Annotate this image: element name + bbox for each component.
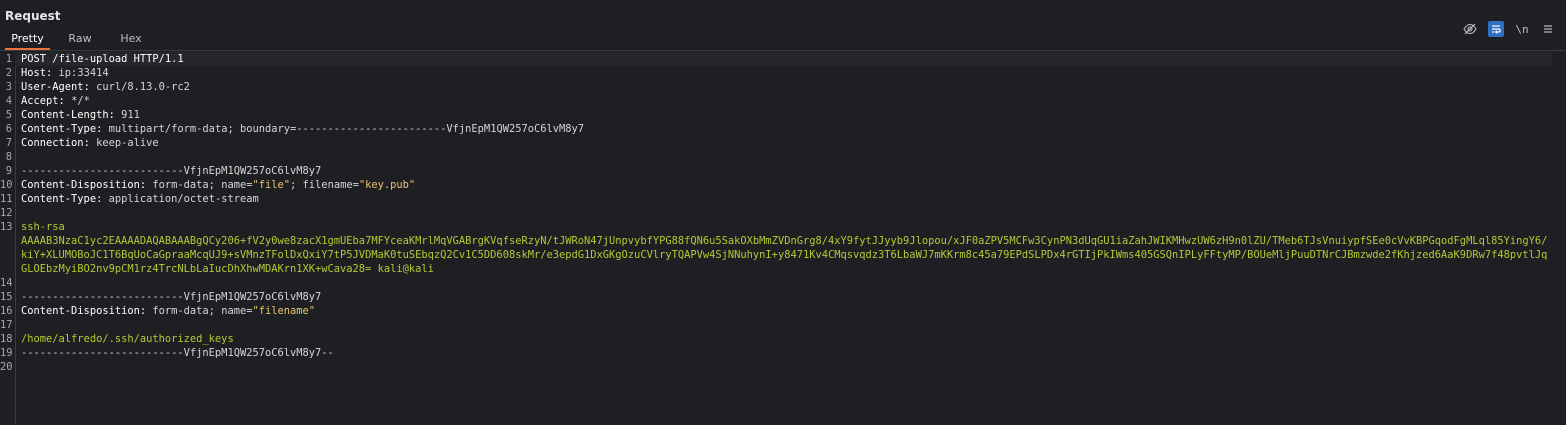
line-number: 14: [0, 277, 13, 289]
editor-line: 10 Content-Disposition: form-data; name=…: [0, 178, 1566, 192]
newline-icon: \n: [1515, 22, 1529, 36]
line-number: 7: [5, 137, 12, 149]
line-number: 6: [5, 123, 12, 135]
line-number: 3: [5, 81, 12, 93]
header-connection[interactable]: Connection: keep-alive: [15, 136, 1552, 150]
eye-off-icon: [1463, 23, 1477, 35]
request-panel: Request Pretty Raw Hex \n 1 POST /file-u…: [0, 0, 1566, 425]
tab-hex[interactable]: Hex: [113, 30, 149, 50]
line-number: 1: [5, 53, 12, 65]
line-number: 12: [0, 207, 13, 219]
header-host[interactable]: Host: ip:33414: [15, 66, 1552, 80]
editor-line: 6 Content-Type: multipart/form-data; bou…: [0, 122, 1566, 136]
editor-line: 18 /home/alfredo/.ssh/authorized_keys: [0, 332, 1566, 346]
message-editor[interactable]: 1 POST /file-upload HTTP/1.1 2 Host: ip:…: [0, 52, 1566, 425]
editor-line: 8: [0, 150, 1566, 164]
editor-toolbar: \n: [1452, 19, 1556, 39]
editor-line: 13 ssh-rsa: [0, 220, 1566, 234]
header-user-agent[interactable]: User-Agent: curl/8.13.0-rc2: [15, 80, 1552, 94]
view-tab-bar: Pretty Raw Hex \n: [0, 21, 1566, 51]
wrap-lines-button[interactable]: [1488, 21, 1504, 37]
line-number: 13: [0, 221, 13, 233]
line-number: 11: [0, 193, 13, 205]
editor-line: 4 Accept: */*: [0, 94, 1566, 108]
editor-line: 12: [0, 206, 1566, 220]
editor-line: 20: [0, 360, 1566, 374]
editor-line: 3 User-Agent: curl/8.13.0-rc2: [0, 80, 1566, 94]
menu-icon: [1544, 25, 1552, 33]
show-newlines-button[interactable]: \n: [1514, 21, 1530, 37]
header-content-length[interactable]: Content-Length: 911: [15, 108, 1552, 122]
line-number: 8: [5, 151, 12, 163]
blank-line[interactable]: [15, 206, 1552, 220]
part-disposition-file[interactable]: Content-Disposition: form-data; name="fi…: [15, 178, 1552, 192]
blank-line[interactable]: [15, 276, 1552, 290]
editor-line: 5 Content-Length: 911: [0, 108, 1566, 122]
multipart-boundary-end[interactable]: --------------------------VfjnEpM1QW257o…: [15, 346, 1552, 360]
tab-pretty[interactable]: Pretty: [5, 30, 50, 50]
editor-line: 9 --------------------------VfjnEpM1QW25…: [0, 164, 1566, 178]
editor-line: 11 Content-Type: application/octet-strea…: [0, 192, 1566, 206]
editor-line: 14: [0, 276, 1566, 290]
blank-line[interactable]: [15, 360, 1552, 374]
menu-button[interactable]: [1540, 21, 1556, 37]
part-content-type[interactable]: Content-Type: application/octet-stream: [15, 192, 1552, 206]
multipart-boundary[interactable]: --------------------------VfjnEpM1QW257o…: [15, 290, 1552, 304]
part-disposition-filename[interactable]: Content-Disposition: form-data; name="fi…: [15, 304, 1552, 318]
editor-line: 7 Connection: keep-alive: [0, 136, 1566, 150]
blank-line[interactable]: [15, 318, 1552, 332]
editor-line: 15 --------------------------VfjnEpM1QW2…: [0, 290, 1566, 304]
hide-nonprintable-button[interactable]: [1462, 21, 1478, 37]
panel-title: Request: [5, 9, 61, 23]
editor-line: AAAAB3NzaC1yc2EAAAADAQABAAABgQCy206+fV2y…: [0, 234, 1566, 276]
line-number: 20: [0, 361, 13, 373]
line-number: 9: [5, 165, 12, 177]
editor-line: 17: [0, 318, 1566, 332]
line-number: 18: [0, 333, 13, 345]
line-number: 17: [0, 319, 13, 331]
request-line[interactable]: POST /file-upload HTTP/1.1: [15, 52, 1552, 66]
header-content-type[interactable]: Content-Type: multipart/form-data; bound…: [15, 122, 1552, 136]
line-number: 4: [5, 95, 12, 107]
editor-lines: 1 POST /file-upload HTTP/1.1 2 Host: ip:…: [0, 52, 1566, 374]
line-number: 10: [0, 179, 13, 191]
header-accept[interactable]: Accept: */*: [15, 94, 1552, 108]
blank-line[interactable]: [15, 150, 1552, 164]
line-number: 15: [0, 291, 13, 303]
line-number: 16: [0, 305, 13, 317]
line-number: 5: [5, 109, 12, 121]
wrap-lines-icon: [1492, 25, 1501, 34]
line-number: 19: [0, 347, 13, 359]
multipart-boundary[interactable]: --------------------------VfjnEpM1QW257o…: [15, 164, 1552, 178]
editor-line: 1 POST /file-upload HTTP/1.1: [0, 52, 1566, 66]
editor-line: 2 Host: ip:33414: [0, 66, 1566, 80]
line-number: 2: [5, 67, 12, 79]
editor-line: 19 --------------------------VfjnEpM1QW2…: [0, 346, 1566, 360]
ssh-key-type[interactable]: ssh-rsa: [15, 220, 1552, 234]
editor-line: 16 Content-Disposition: form-data; name=…: [0, 304, 1566, 318]
target-path[interactable]: /home/alfredo/.ssh/authorized_keys: [15, 332, 1552, 346]
tab-raw[interactable]: Raw: [62, 30, 98, 50]
ssh-key-data[interactable]: AAAAB3NzaC1yc2EAAAADAQABAAABgQCy206+fV2y…: [15, 234, 1552, 276]
